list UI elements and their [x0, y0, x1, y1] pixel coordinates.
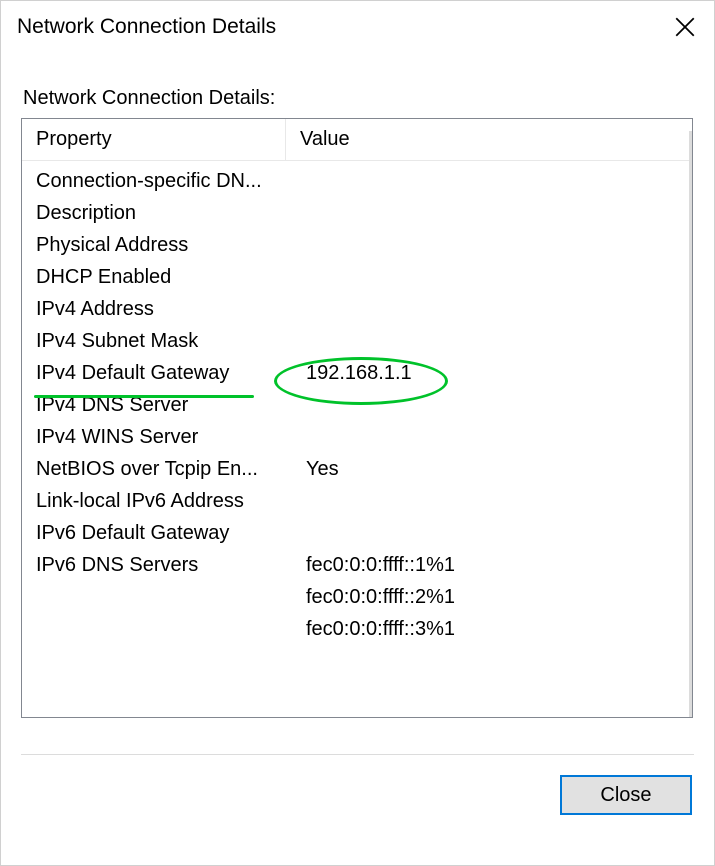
dialog-buttons: Close	[1, 755, 714, 815]
value-cell: 192.168.1.1	[286, 363, 412, 383]
table-row[interactable]: IPv6 DNS Serversfec0:0:0:ffff::1%1	[22, 549, 692, 581]
close-dialog-button[interactable]: Close	[560, 775, 692, 815]
table-row[interactable]: IPv4 Subnet Mask	[22, 325, 692, 357]
details-listview[interactable]: Property Value Connection-specific DN...…	[21, 118, 693, 718]
value-cell	[286, 267, 306, 287]
table-row[interactable]: NetBIOS over Tcpip En...Yes	[22, 453, 692, 485]
value-cell	[286, 171, 306, 191]
dialog-window: Network Connection Details Network Conne…	[0, 0, 715, 866]
property-cell	[36, 587, 286, 607]
close-icon	[675, 17, 695, 37]
property-cell: Link-local IPv6 Address	[36, 491, 286, 511]
property-cell: IPv6 DNS Servers	[36, 555, 286, 575]
table-row[interactable]: IPv4 DNS Server	[22, 389, 692, 421]
property-cell: IPv4 Address	[36, 299, 286, 319]
table-row[interactable]: IPv4 Address	[22, 293, 692, 325]
value-cell	[286, 299, 306, 319]
value-cell	[286, 331, 306, 351]
close-button[interactable]	[662, 7, 708, 47]
table-row[interactable]: fec0:0:0:ffff::2%1	[22, 581, 692, 613]
property-cell: NetBIOS over Tcpip En...	[36, 459, 286, 479]
property-cell	[36, 619, 286, 639]
scrollbar-track[interactable]	[689, 131, 692, 717]
table-row[interactable]: fec0:0:0:ffff::3%1	[22, 613, 692, 645]
column-headers: Property Value	[22, 119, 692, 161]
property-cell: IPv4 Subnet Mask	[36, 331, 286, 351]
details-label: Network Connection Details:	[23, 87, 692, 110]
table-row[interactable]: Link-local IPv6 Address	[22, 485, 692, 517]
table-row[interactable]: IPv6 Default Gateway	[22, 517, 692, 549]
property-cell: IPv6 Default Gateway	[36, 523, 286, 543]
table-row[interactable]: IPv4 WINS Server	[22, 421, 692, 453]
column-header-value[interactable]: Value	[286, 119, 692, 160]
table-row[interactable]: Connection-specific DN...	[22, 165, 692, 197]
property-cell: Connection-specific DN...	[36, 171, 286, 191]
details-rows: Connection-specific DN... Description Ph…	[22, 161, 692, 645]
property-cell: IPv4 DNS Server	[36, 395, 286, 415]
titlebar: Network Connection Details	[1, 1, 714, 53]
value-cell	[286, 235, 306, 255]
property-cell: IPv4 WINS Server	[36, 427, 286, 447]
property-cell: IPv4 Default Gateway	[36, 363, 286, 383]
value-cell: Yes	[286, 459, 339, 479]
table-row[interactable]: IPv4 Default Gateway192.168.1.1	[22, 357, 692, 389]
value-cell	[286, 395, 306, 415]
table-row[interactable]: DHCP Enabled	[22, 261, 692, 293]
value-cell: fec0:0:0:ffff::2%1	[286, 587, 455, 607]
value-cell	[286, 203, 306, 223]
dialog-content: Network Connection Details: Property Val…	[1, 53, 714, 718]
value-cell	[286, 427, 306, 447]
value-cell	[286, 523, 306, 543]
property-cell: Physical Address	[36, 235, 286, 255]
value-cell: fec0:0:0:ffff::1%1	[286, 555, 455, 575]
value-cell	[286, 491, 306, 511]
value-cell: fec0:0:0:ffff::3%1	[286, 619, 455, 639]
window-title: Network Connection Details	[17, 15, 276, 39]
property-cell: Description	[36, 203, 286, 223]
column-header-property[interactable]: Property	[22, 119, 286, 160]
table-row[interactable]: Description	[22, 197, 692, 229]
table-row[interactable]: Physical Address	[22, 229, 692, 261]
property-cell: DHCP Enabled	[36, 267, 286, 287]
